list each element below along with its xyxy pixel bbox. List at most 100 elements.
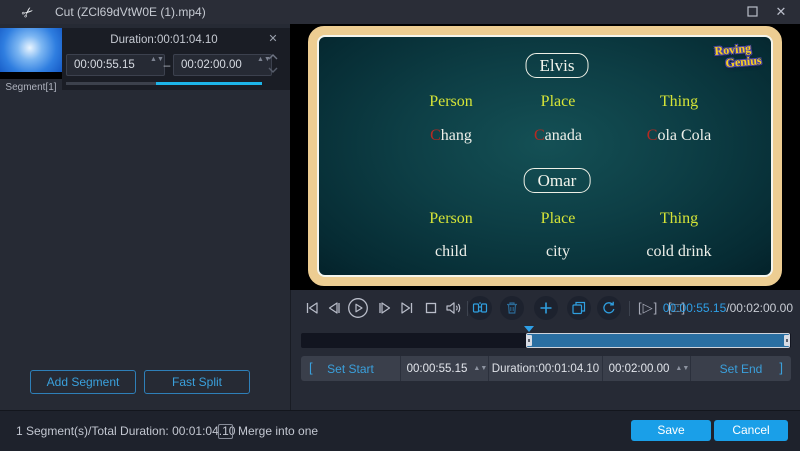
word-lead: C	[646, 127, 658, 144]
window-title: Cut (ZCl69dVtW0E (1).mp4)	[55, 5, 206, 19]
split-segment-button[interactable]	[468, 296, 492, 320]
segment-move-down-icon[interactable]	[267, 65, 279, 75]
word-rest: hang	[440, 127, 472, 144]
end-time-cell[interactable]: 00:02:00.00 ▲▼	[603, 356, 691, 381]
set-end-cell[interactable]: Set End ]	[691, 356, 791, 381]
segment-remove-icon[interactable]: ✕	[266, 33, 280, 45]
set-end-button[interactable]: Set End	[720, 362, 763, 376]
roving-genius-watermark: Roving Genius	[714, 41, 762, 71]
slide-header: Thing	[659, 93, 699, 110]
trim-start-spinner[interactable]: ▲▼	[473, 365, 487, 373]
word-rest: anada	[544, 127, 582, 144]
slide-header: Person	[429, 210, 473, 227]
segment-move-up-icon[interactable]	[267, 52, 279, 62]
play-icon[interactable]	[347, 297, 369, 319]
delete-segment-button[interactable]	[500, 296, 524, 320]
slide-word: Chang	[430, 127, 472, 145]
word-lead: C	[534, 127, 545, 144]
segment-end-value: 00:02:00.00	[181, 59, 242, 71]
selection-end-handle[interactable]	[784, 335, 790, 346]
segment-panel: Segment[1] Duration:00:01:04.10 00:00:55…	[0, 24, 290, 410]
segment-start-input[interactable]: 00:00:55.15 ▲▼	[66, 54, 165, 76]
copy-segment-button[interactable]	[567, 296, 591, 320]
playback-controls-panel: [▷] [□] 00:00:55.15/00:02:00.00 [ Set St…	[290, 290, 800, 410]
video-frame: Elvis Person Place Thing Chang Canada Co…	[308, 26, 782, 286]
start-time-cell[interactable]: 00:00:55.15 ▲▼	[401, 356, 489, 381]
reset-button[interactable]	[597, 296, 621, 320]
slide-content: Elvis Person Place Thing Chang Canada Co…	[317, 35, 773, 277]
save-button[interactable]: Save	[631, 420, 711, 441]
trim-start-value: 00:00:55.15	[406, 362, 468, 375]
step-forward-icon[interactable]	[376, 299, 394, 317]
segment-duration-label: Duration:00:01:04.10	[110, 34, 218, 46]
video-preview-area: Elvis Person Place Thing Chang Canada Co…	[290, 24, 800, 290]
timeline-selection[interactable]	[526, 333, 790, 348]
timeline-track[interactable]	[301, 333, 791, 348]
spinner-up-icon[interactable]: ▲	[257, 56, 264, 63]
add-segment-button[interactable]: Add Segment	[30, 370, 136, 394]
title-bar: ✂ Cut (ZCl69dVtW0E (1).mp4) ✕	[0, 0, 800, 24]
time-range-dash: –	[163, 58, 171, 72]
add-segment-plus-button[interactable]	[534, 296, 558, 320]
slide-header: Person	[429, 93, 473, 110]
trim-bar: [ Set Start 00:00:55.15 ▲▼ Duration:00:0…	[301, 356, 791, 381]
slide-word: Cola Cola	[647, 127, 711, 145]
word-lead: C	[430, 127, 441, 144]
footer-bar: 1 Segment(s)/Total Duration: 00:01:04.10…	[0, 410, 800, 451]
total-time: /00:02:00.00	[726, 301, 793, 315]
current-time: 00:00:55.15	[662, 301, 727, 315]
volume-icon[interactable]	[444, 299, 462, 317]
slide-header: Thing	[659, 210, 699, 227]
trim-end-spinner[interactable]: ▲▼	[675, 365, 689, 373]
word-rest: cold drink	[646, 243, 712, 260]
fast-split-button[interactable]: Fast Split	[144, 370, 250, 394]
spinner-down-icon[interactable]: ▼	[682, 365, 689, 372]
trim-duration-label: Duration:00:01:04.10	[491, 362, 600, 375]
slide-word: city	[546, 243, 570, 261]
slide-word: Canada	[534, 127, 582, 145]
segment-editor: Duration:00:01:04.10 00:00:55.15 ▲▼ – 00…	[62, 28, 290, 90]
slide-badge-omar: Omar	[523, 168, 591, 193]
segment-thumbnail-frame	[0, 28, 62, 72]
stop-icon[interactable]	[422, 299, 440, 317]
play-segment-button[interactable]: [▷]	[638, 300, 658, 316]
set-start-cell[interactable]: [ Set Start	[301, 356, 401, 381]
selection-start-handle[interactable]	[526, 335, 532, 346]
segment-thumbnail[interactable]	[0, 28, 62, 79]
start-spinner[interactable]: ▲▼	[150, 55, 164, 75]
toolbar-separator	[629, 301, 630, 316]
cancel-button[interactable]: Cancel	[714, 420, 788, 441]
slide-header: Place	[540, 210, 576, 227]
slide-word: cold drink	[646, 243, 711, 261]
watermark-line2: Genius	[724, 52, 763, 71]
word-rest: ola Cola	[657, 127, 712, 144]
duration-cell: Duration:00:01:04.10	[489, 356, 603, 381]
segment-range-fill	[156, 82, 262, 85]
start-bracket: [	[309, 360, 313, 375]
skip-to-end-icon[interactable]	[398, 299, 416, 317]
scissors-icon: ✂	[17, 2, 38, 23]
time-display: 00:00:55.15/00:02:00.00	[663, 301, 793, 315]
slide-header: Place	[540, 93, 576, 110]
segments-summary: 1 Segment(s)/Total Duration: 00:01:04.10	[16, 424, 236, 438]
segment-range-bar[interactable]	[66, 82, 262, 85]
word-rest: city	[546, 243, 570, 260]
set-start-button[interactable]: Set Start	[327, 362, 374, 376]
end-spinner[interactable]: ▲▼	[257, 55, 271, 75]
step-backward-icon[interactable]	[325, 299, 343, 317]
slide-word: child	[435, 243, 467, 261]
merge-label: Merge into one	[238, 424, 319, 438]
close-button[interactable]: ✕	[770, 4, 792, 20]
merge-checkbox[interactable]	[218, 424, 233, 439]
maximize-button[interactable]	[741, 4, 763, 20]
playhead-marker[interactable]	[524, 326, 534, 332]
segment-start-value: 00:00:55.15	[74, 59, 135, 71]
end-bracket: ]	[779, 360, 783, 375]
spinner-down-icon[interactable]: ▼	[480, 365, 487, 372]
skip-to-start-icon[interactable]	[303, 299, 321, 317]
spinner-up-icon[interactable]: ▲	[150, 56, 157, 63]
slide-badge-elvis: Elvis	[525, 53, 589, 78]
segment-label: Segment[1]	[5, 82, 57, 93]
trim-end-value: 00:02:00.00	[608, 362, 670, 375]
segment-end-input[interactable]: 00:02:00.00 ▲▼	[173, 54, 272, 76]
